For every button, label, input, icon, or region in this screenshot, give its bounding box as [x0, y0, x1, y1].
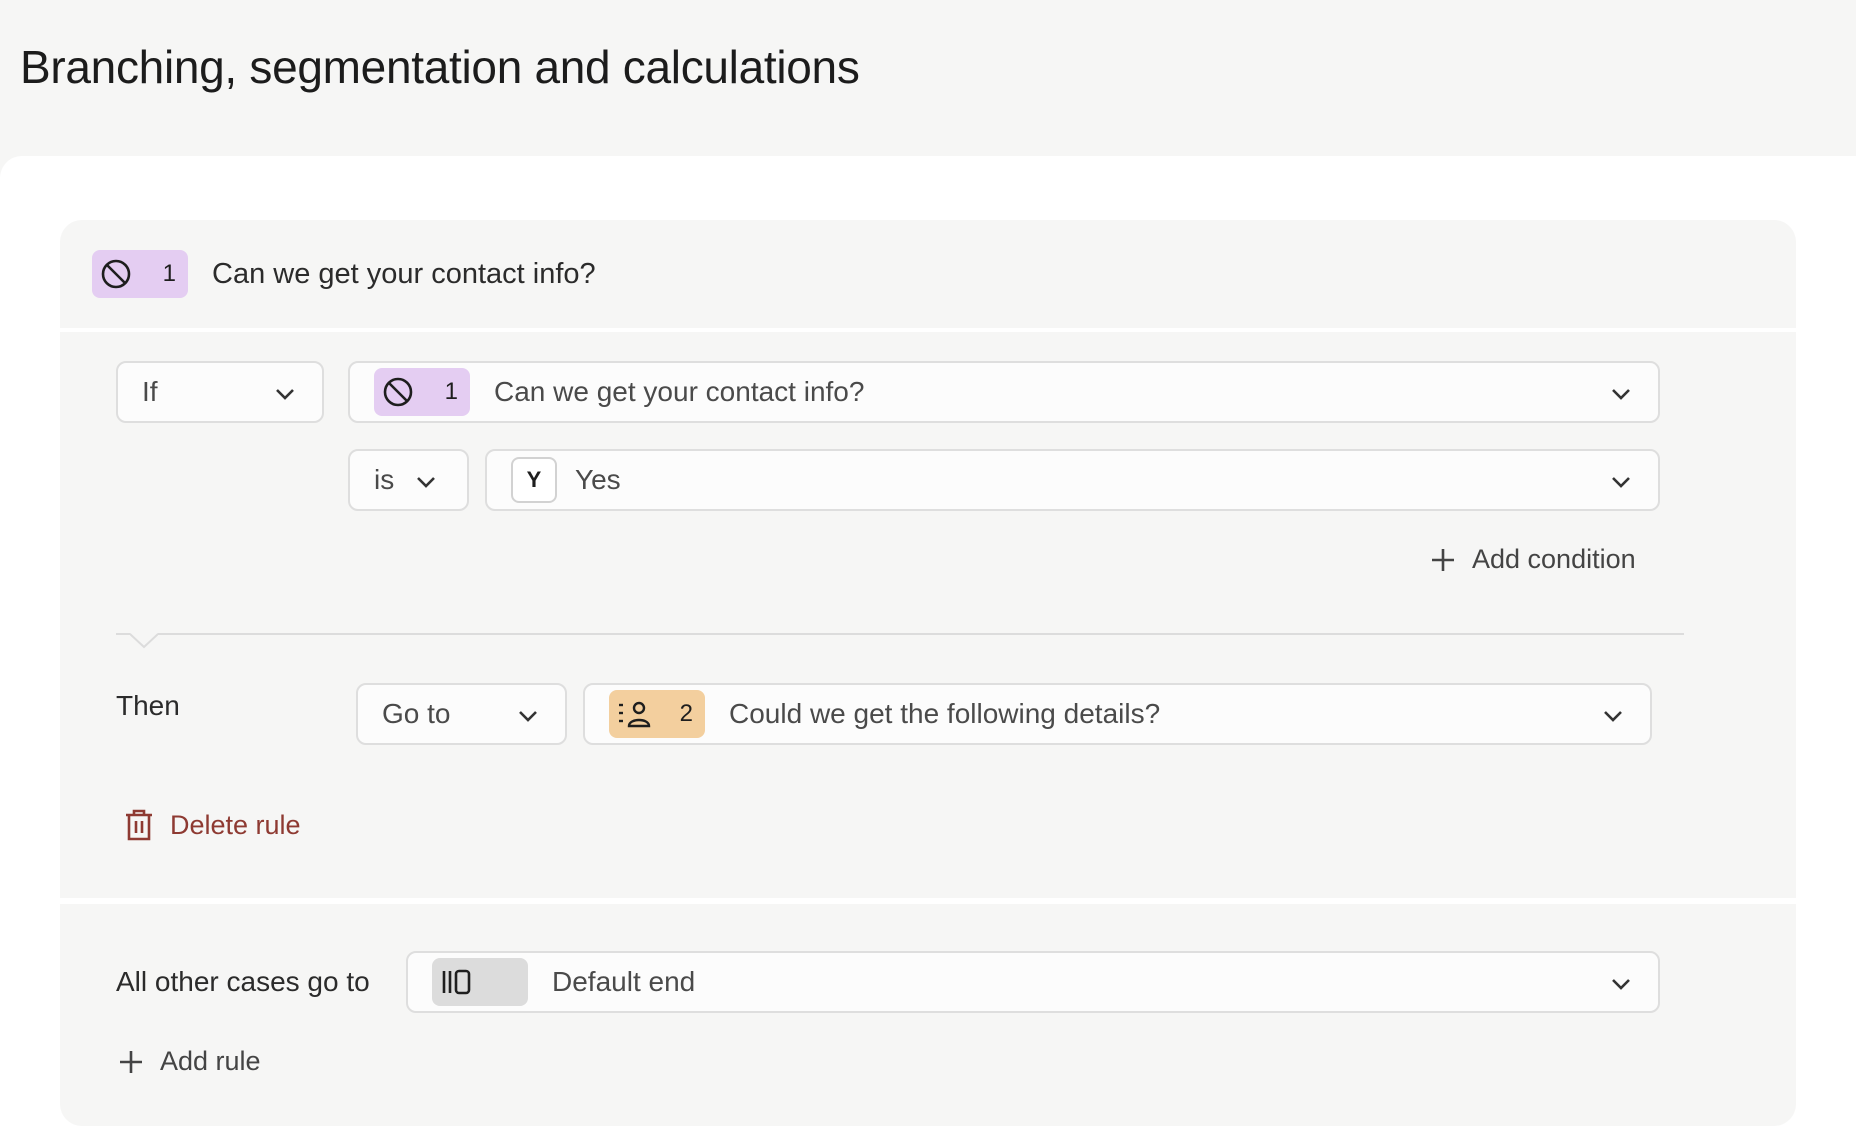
no-symbol-icon: [101, 259, 131, 289]
operator-select-value: is: [374, 464, 395, 495]
question-header: 1 Can we get your contact info?: [60, 220, 1796, 332]
other-cases-label: All other cases go to: [116, 966, 370, 997]
chevron-down-icon: [519, 711, 537, 722]
target-question-select[interactable]: 2 Could we get the following details?: [583, 683, 1652, 745]
target-question-badge: 2: [609, 690, 705, 738]
divider: [116, 633, 1684, 635]
question-number: 1: [162, 260, 176, 287]
answer-key-badge: Y: [511, 457, 557, 503]
divider-notch: [130, 633, 158, 649]
chevron-down-icon: [1604, 711, 1622, 722]
delete-rule-button[interactable]: Delete rule: [124, 808, 301, 842]
chevron-down-icon: [1612, 477, 1630, 488]
plus-icon: [120, 1050, 142, 1073]
question-title: Can we get your contact info?: [212, 257, 596, 290]
chevron-down-icon: [417, 477, 435, 488]
answer-select[interactable]: Y Yes: [485, 449, 1660, 511]
add-condition-button[interactable]: Add condition: [1430, 544, 1636, 575]
section-separator: [60, 898, 1796, 904]
answer-text: Yes: [575, 464, 621, 495]
then-label: Then: [116, 690, 180, 721]
chevron-down-icon: [1612, 389, 1630, 400]
if-select-value: If: [142, 376, 158, 407]
fallback-target-text: Default end: [552, 966, 696, 997]
chevron-down-icon: [276, 389, 294, 400]
condition-question-number: 1: [444, 378, 458, 405]
contact-list-icon: [619, 701, 651, 728]
condition-question-select[interactable]: 1 Can we get your contact info?: [348, 361, 1660, 423]
delete-rule-label: Delete rule: [170, 809, 301, 840]
end-screen-icon: [442, 969, 471, 995]
chevron-down-icon: [1612, 979, 1630, 990]
operator-select[interactable]: is: [348, 449, 469, 511]
action-select[interactable]: Go to: [356, 683, 567, 745]
fallback-badge: [432, 958, 528, 1006]
condition-question-text: Can we get your contact info?: [494, 376, 865, 407]
plus-icon: [1432, 548, 1454, 571]
add-rule-label: Add rule: [160, 1046, 261, 1076]
target-question-number: 2: [679, 700, 693, 727]
action-select-value: Go to: [382, 698, 451, 729]
trash-icon: [126, 809, 152, 841]
if-select[interactable]: If: [116, 361, 324, 423]
no-symbol-icon: [383, 377, 413, 407]
add-condition-label: Add condition: [1472, 544, 1636, 574]
condition-question-badge: 1: [374, 368, 470, 416]
fallback-select[interactable]: Default end: [406, 951, 1660, 1013]
page-title: Branching, segmentation and calculations: [20, 41, 860, 93]
question-badge: 1: [92, 250, 188, 298]
add-rule-button[interactable]: Add rule: [118, 1046, 261, 1077]
target-question-text: Could we get the following details?: [729, 698, 1161, 729]
